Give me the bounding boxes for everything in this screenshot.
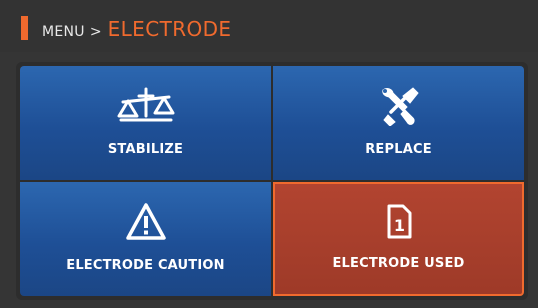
document-counter-icon: 1 — [384, 202, 414, 242]
wrench-screwdriver-icon — [377, 86, 421, 126]
stabilize-label: STABILIZE — [107, 142, 184, 157]
balance-scale-icon — [115, 86, 177, 126]
electrode-menu-panel: STABILIZE REPLACE ELECTRODE CAUTION 1 EL… — [16, 62, 528, 300]
breadcrumb-menu[interactable]: MENU — [42, 24, 85, 40]
menu-grid: STABILIZE REPLACE ELECTRODE CAUTION 1 EL… — [20, 66, 524, 296]
electrode-used-button[interactable]: 1 ELECTRODE USED — [273, 182, 524, 296]
header-bar: MENU > ELECTRODE — [0, 0, 538, 52]
electrode-caution-label: ELECTRODE CAUTION — [66, 258, 225, 273]
replace-button[interactable]: REPLACE — [273, 66, 524, 180]
electrode-caution-button[interactable]: ELECTRODE CAUTION — [20, 182, 271, 296]
breadcrumb-separator: > — [89, 24, 102, 40]
page-title: ELECTRODE — [107, 17, 232, 41]
stabilize-button[interactable]: STABILIZE — [20, 66, 271, 180]
electrode-used-label: ELECTRODE USED — [332, 256, 465, 271]
breadcrumb: MENU > ELECTRODE — [42, 17, 231, 41]
warning-triangle-icon — [125, 202, 167, 242]
replace-label: REPLACE — [365, 142, 432, 157]
header-accent-bar — [21, 16, 28, 40]
document-counter-text: 1 — [393, 216, 404, 235]
